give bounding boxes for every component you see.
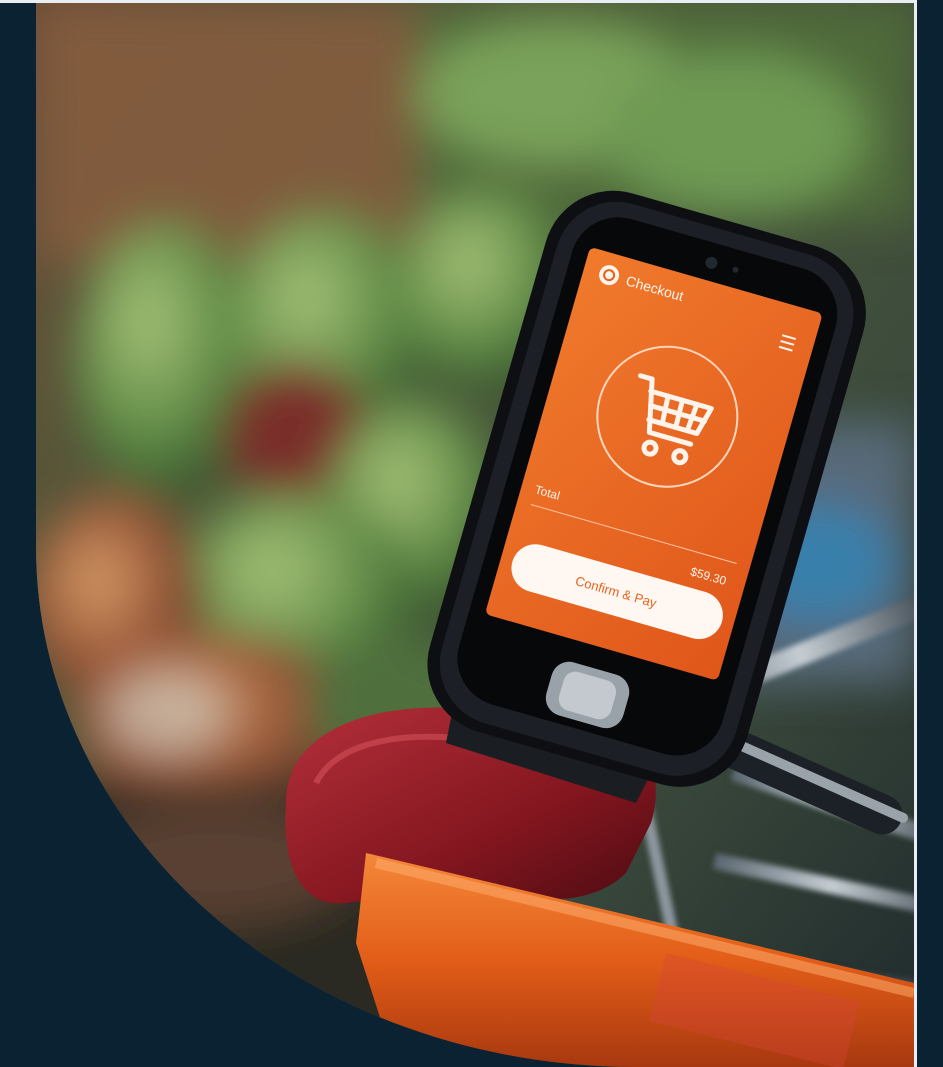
shopping-cart-icon [638,373,714,466]
total-amount: $59.30 [689,564,728,588]
menu-icon[interactable] [778,334,796,352]
device-screen-ui: Checkout Total $59.30 Confirm & Pay [511,265,796,640]
total-label: Total [533,482,561,502]
coin-icon [599,265,620,286]
photo-container: Checkout Total $59.30 Confirm & Pay [36,3,914,1067]
cart-ring [596,345,739,488]
screen-title: Checkout [624,272,685,304]
